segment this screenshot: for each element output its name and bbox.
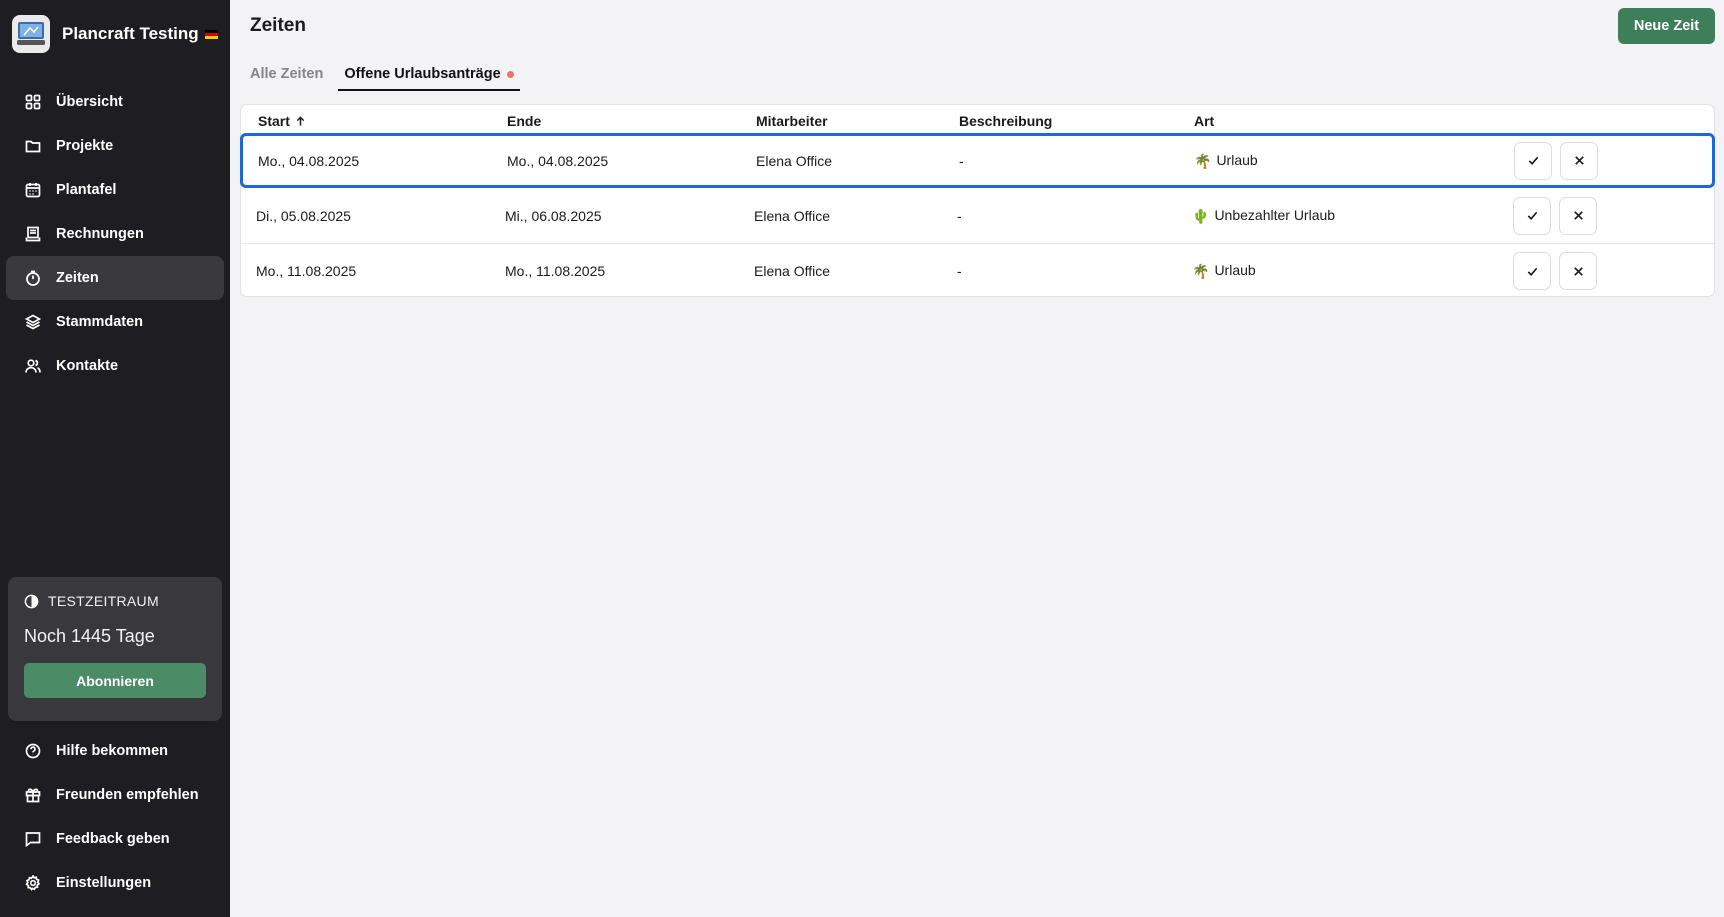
palm-tree-icon: 🌴 bbox=[1192, 263, 1210, 279]
reject-button[interactable] bbox=[1559, 196, 1597, 235]
german-flag-icon bbox=[204, 29, 218, 39]
column-header-ende[interactable]: Ende bbox=[507, 113, 541, 129]
check-icon bbox=[1527, 211, 1537, 220]
help-circle-icon bbox=[24, 742, 42, 760]
table-row[interactable]: Mo., 04.08.2025 Mo., 04.08.2025 Elena Of… bbox=[240, 133, 1715, 188]
cell-art: 🌵 Unbezahlter Urlaub bbox=[1192, 206, 1336, 224]
sidebar-item-freunden[interactable]: Freunden empfehlen bbox=[6, 773, 224, 817]
sidebar-item-hilfe[interactable]: Hilfe bekommen bbox=[6, 729, 224, 773]
timer-icon bbox=[24, 269, 42, 287]
workspace-switcher[interactable]: Plancraft Testing bbox=[12, 15, 218, 53]
new-time-button[interactable]: Neue Zeit bbox=[1618, 8, 1715, 44]
sidebar-bottom-nav: Hilfe bekommen Freunden empfehlen Feedba… bbox=[6, 729, 224, 905]
sidebar-item-label: Stammdaten bbox=[56, 314, 144, 330]
cell-ende: Mo., 11.08.2025 bbox=[505, 263, 606, 279]
trial-panel: TESTZEITRAUM Noch 1445 Tage Abonnieren bbox=[8, 577, 222, 721]
sidebar-nav: Übersicht Projekte Plantafel Rechnungen … bbox=[6, 80, 224, 388]
approve-button[interactable] bbox=[1514, 141, 1552, 180]
trial-days-remaining: Noch 1445 Tage bbox=[24, 626, 155, 646]
cell-art: 🌴 Urlaub bbox=[1194, 151, 1258, 169]
sidebar-item-label: Kontakte bbox=[56, 358, 119, 374]
sidebar-item-label: Zeiten bbox=[56, 270, 99, 286]
sidebar-item-label: Übersicht bbox=[56, 94, 123, 110]
column-header-art[interactable]: Art bbox=[1194, 113, 1214, 129]
table-header: Start Ende Mitarbeiter Beschreibung Art bbox=[241, 105, 1714, 133]
approve-button[interactable] bbox=[1513, 252, 1551, 290]
sidebar-item-stammdaten[interactable]: Stammdaten bbox=[6, 300, 224, 344]
cell-start: Mo., 11.08.2025 bbox=[256, 263, 357, 279]
sidebar-item-zeiten[interactable]: Zeiten bbox=[6, 256, 224, 300]
tab-bar: Alle Zeiten Offene Urlaubsanträge bbox=[250, 66, 520, 91]
grid-icon bbox=[24, 93, 42, 111]
close-icon bbox=[1574, 156, 1584, 165]
check-icon bbox=[1528, 156, 1538, 165]
sidebar-item-label: Rechnungen bbox=[56, 226, 144, 242]
sidebar-item-label: Hilfe bekommen bbox=[56, 743, 168, 759]
cell-ende: Mo., 04.08.2025 bbox=[507, 152, 609, 169]
notification-dot bbox=[506, 70, 514, 78]
arrow-up-icon bbox=[296, 116, 305, 126]
receipt-icon bbox=[24, 225, 42, 243]
palm-tree-icon: 🌴 bbox=[1194, 152, 1212, 169]
sidebar-item-einstellungen[interactable]: Einstellungen bbox=[6, 861, 224, 905]
page-title: Zeiten bbox=[250, 15, 306, 36]
sidebar-item-plantafel[interactable]: Plantafel bbox=[6, 168, 224, 212]
sidebar: Plancraft Testing Übersicht Projekte Pla… bbox=[0, 0, 230, 917]
cell-start: Di., 05.08.2025 bbox=[256, 207, 351, 224]
sidebar-item-rechnungen[interactable]: Rechnungen bbox=[6, 212, 224, 256]
tab-offene-urlaubsantraege[interactable]: Offene Urlaubsanträge bbox=[338, 66, 520, 91]
sidebar-item-label: Einstellungen bbox=[56, 875, 152, 891]
cactus-icon: 🌵 bbox=[1192, 207, 1210, 224]
message-square-icon bbox=[24, 830, 42, 848]
gear-icon bbox=[24, 874, 42, 892]
cell-mitarbeiter: Elena Office bbox=[756, 152, 833, 169]
sidebar-item-label: Projekte bbox=[56, 138, 114, 154]
cell-mitarbeiter: Elena Office bbox=[754, 207, 831, 224]
reject-button[interactable] bbox=[1559, 252, 1597, 290]
check-icon bbox=[1527, 267, 1537, 276]
cell-ende: Mi., 06.08.2025 bbox=[505, 207, 602, 224]
column-header-beschreibung[interactable]: Beschreibung bbox=[959, 113, 1052, 129]
sidebar-item-kontakte[interactable]: Kontakte bbox=[6, 344, 224, 388]
cell-beschreibung: - bbox=[957, 207, 962, 224]
cell-mitarbeiter: Elena Office bbox=[754, 263, 831, 279]
folder-icon bbox=[24, 137, 42, 155]
layers-icon bbox=[24, 313, 42, 331]
sidebar-item-projekte[interactable]: Projekte bbox=[6, 124, 224, 168]
table-row[interactable]: Mo., 11.08.2025 Mo., 11.08.2025 Elena Of… bbox=[241, 243, 1714, 298]
sidebar-item-uebersicht[interactable]: Übersicht bbox=[6, 80, 224, 124]
vacation-requests-table: Start Ende Mitarbeiter Beschreibung Art … bbox=[240, 104, 1715, 297]
trial-label: TESTZEITRAUM bbox=[48, 593, 159, 609]
calendar-icon bbox=[24, 181, 42, 199]
workspace-name: Plancraft Testing bbox=[62, 24, 199, 43]
users-icon bbox=[24, 357, 42, 375]
table-row[interactable]: Di., 05.08.2025 Mi., 06.08.2025 Elena Of… bbox=[241, 188, 1714, 243]
tab-alle-zeiten[interactable]: Alle Zeiten bbox=[250, 66, 323, 91]
sidebar-item-feedback[interactable]: Feedback geben bbox=[6, 817, 224, 861]
cell-beschreibung: - bbox=[957, 263, 962, 279]
tab-label: Alle Zeiten bbox=[250, 66, 324, 82]
cell-start: Mo., 04.08.2025 bbox=[258, 152, 360, 169]
tab-label: Offene Urlaubsanträge bbox=[344, 66, 501, 82]
sidebar-item-label: Freunden empfehlen bbox=[56, 787, 199, 803]
sidebar-item-label: Feedback geben bbox=[56, 831, 170, 847]
sidebar-item-label: Plantafel bbox=[56, 182, 117, 198]
gift-icon bbox=[24, 786, 42, 804]
workspace-logo bbox=[12, 15, 50, 53]
close-icon bbox=[1573, 211, 1583, 220]
column-header-start[interactable]: Start bbox=[258, 113, 306, 129]
cell-beschreibung: - bbox=[959, 152, 964, 169]
approve-button[interactable] bbox=[1513, 196, 1551, 235]
half-circle-icon bbox=[24, 594, 39, 609]
cell-art: 🌴 Urlaub bbox=[1192, 262, 1256, 279]
close-icon bbox=[1573, 266, 1583, 276]
reject-button[interactable] bbox=[1560, 141, 1598, 180]
column-header-mitarbeiter[interactable]: Mitarbeiter bbox=[756, 113, 828, 129]
subscribe-button[interactable]: Abonnieren bbox=[24, 663, 206, 698]
